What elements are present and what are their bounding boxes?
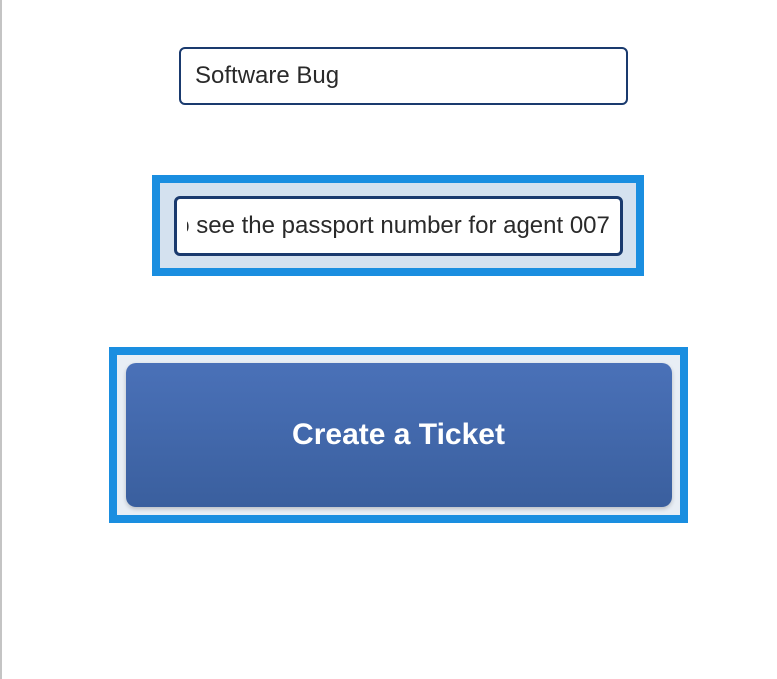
divider-line: [0, 0, 2, 679]
subject-input[interactable]: [179, 47, 628, 105]
description-input[interactable]: [174, 196, 623, 256]
create-ticket-button[interactable]: Create a Ticket: [126, 363, 672, 507]
submit-highlight-box: Create a Ticket: [109, 347, 688, 523]
description-highlight-box: [152, 175, 644, 276]
